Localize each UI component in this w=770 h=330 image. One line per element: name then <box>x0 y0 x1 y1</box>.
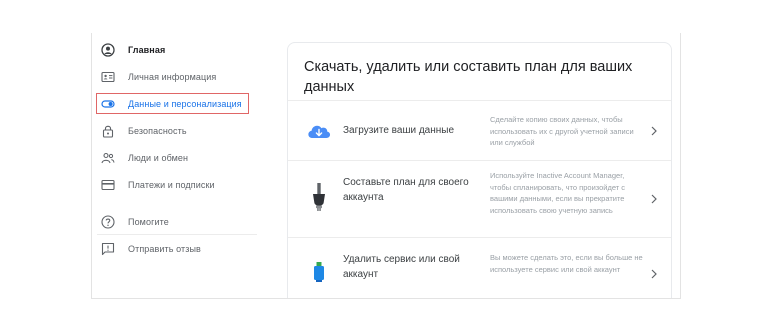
app-frame: Главная Личная информация Данные и персо… <box>91 33 681 299</box>
sidebar-item-security[interactable]: Безопасность <box>97 120 247 142</box>
row-download-data[interactable]: Загрузите ваши данные Сделайте копию сво… <box>288 100 671 160</box>
row-title: Составьте план для своего аккаунта <box>343 177 469 203</box>
help-icon <box>101 215 115 229</box>
sidebar-item-label: Люди и обмен <box>128 153 189 163</box>
sidebar-item-home[interactable]: Главная <box>97 39 247 61</box>
row-description: Сделайте копию своих данных, чтобы испол… <box>490 115 634 147</box>
cloud-download-icon <box>306 114 332 146</box>
row-title: Загрузите ваши данные <box>343 125 455 136</box>
row-delete-service-account[interactable]: Удалить сервис или свой аккаунт Вы может… <box>288 237 671 298</box>
sidebar-item-help[interactable]: Помогите <box>97 211 247 233</box>
sidebar-item-label: Личная информация <box>128 72 217 82</box>
plug-icon <box>306 181 332 213</box>
sidebar-item-label: Отправить отзыв <box>128 244 201 254</box>
card-title: Скачать, удалить или составить план для … <box>304 59 633 95</box>
row-description: Вы можете сделать это, если вы больше не… <box>490 253 643 274</box>
sidebar-item-people-sharing[interactable]: Люди и обмен <box>97 147 247 169</box>
account-circle-icon <box>101 43 115 57</box>
download-delete-plan-card: Скачать, удалить или составить план для … <box>287 42 672 298</box>
row-account-plan[interactable]: Составьте план для своего аккаунта Испол… <box>288 160 671 237</box>
row-description: Используйте Inactive Account Manager, чт… <box>490 171 626 215</box>
sidebar-item-personal-info[interactable]: Личная информация <box>97 66 247 88</box>
credit-card-icon <box>101 178 115 192</box>
sidebar-item-label: Помогите <box>128 217 169 227</box>
sidebar-item-label: Безопасность <box>128 126 187 136</box>
feedback-icon <box>101 242 115 256</box>
row-title: Удалить сервис или свой аккаунт <box>343 254 460 280</box>
lock-icon <box>101 124 115 138</box>
chevron-right-icon <box>649 125 659 137</box>
chevron-right-icon <box>649 268 659 280</box>
sidebar: Главная Личная информация Данные и персо… <box>92 33 267 298</box>
id-card-icon <box>101 70 115 84</box>
people-icon <box>101 151 115 165</box>
toggle-icon <box>101 97 115 111</box>
sidebar-item-label: Данные и персонализация <box>128 98 242 109</box>
sidebar-item-label: Главная <box>128 45 166 55</box>
sidebar-item-data-personalization[interactable]: Данные и персонализация <box>96 93 249 114</box>
trash-can-icon <box>306 256 332 288</box>
sidebar-item-label: Платежи и подписки <box>128 180 215 190</box>
chevron-right-icon <box>649 193 659 205</box>
sidebar-item-feedback[interactable]: Отправить отзыв <box>97 238 247 260</box>
sidebar-divider <box>97 234 257 235</box>
sidebar-item-payments[interactable]: Платежи и подписки <box>97 174 247 196</box>
